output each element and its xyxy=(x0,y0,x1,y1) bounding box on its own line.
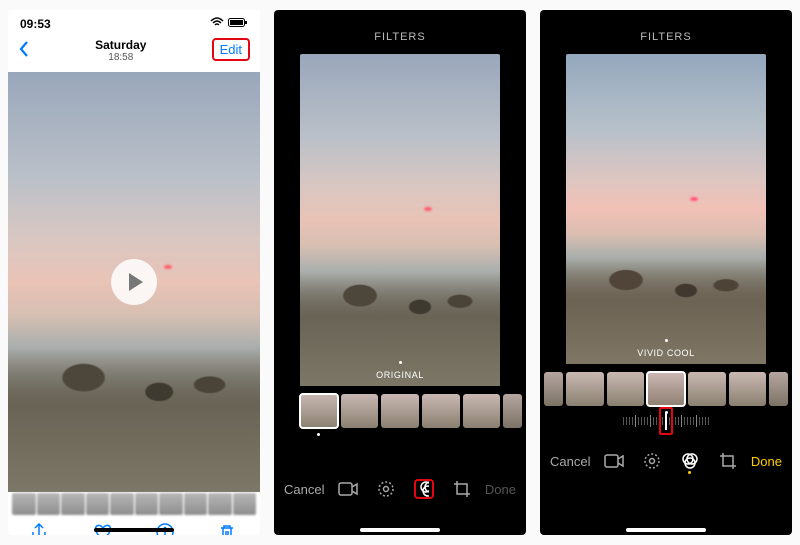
done-button[interactable]: Done xyxy=(485,482,516,497)
cancel-button[interactable]: Cancel xyxy=(284,482,324,497)
filter-thumb[interactable] xyxy=(422,394,460,428)
slider-knob[interactable] xyxy=(665,412,667,430)
home-indicator[interactable] xyxy=(94,528,174,532)
filter-thumb-vivid-cool[interactable] xyxy=(647,372,685,406)
filter-thumb[interactable] xyxy=(341,394,379,428)
filters-icon[interactable] xyxy=(680,451,700,471)
thumbnail-strip[interactable] xyxy=(8,492,260,516)
video-icon[interactable] xyxy=(604,451,624,471)
home-indicator[interactable] xyxy=(626,528,706,532)
filter-thumbnails[interactable] xyxy=(540,364,792,408)
crop-icon[interactable] xyxy=(718,451,738,471)
intensity-slider[interactable] xyxy=(540,408,792,434)
editor-photo-area[interactable]: VIVID COOL xyxy=(566,54,766,364)
adjust-icon[interactable] xyxy=(642,451,662,471)
share-icon[interactable] xyxy=(30,523,50,535)
cancel-button[interactable]: Cancel xyxy=(550,454,590,469)
wifi-icon xyxy=(210,17,224,31)
editor-original-screen: FILTERS ORIGINAL Cancel xyxy=(274,10,526,535)
status-time: 09:53 xyxy=(20,17,51,31)
photos-viewer-screen: 09:53 Saturday 18:58 Edit CINEMATIC xyxy=(8,10,260,535)
bottom-toolbar xyxy=(8,516,260,535)
filter-thumb[interactable] xyxy=(607,372,645,406)
filter-thumb[interactable] xyxy=(688,372,726,406)
nav-title-day: Saturday xyxy=(30,38,212,52)
back-button[interactable] xyxy=(18,38,30,64)
play-button[interactable] xyxy=(111,259,157,305)
editor-header: FILTERS xyxy=(274,10,526,54)
editor-header: FILTERS xyxy=(540,10,792,54)
current-filter-label: ORIGINAL xyxy=(300,370,500,380)
nav-bar: Saturday 18:58 Edit xyxy=(8,38,260,72)
editor-preview xyxy=(300,54,500,386)
filter-thumb-original[interactable] xyxy=(300,394,338,428)
crop-icon[interactable] xyxy=(452,479,472,499)
done-button[interactable]: Done xyxy=(751,454,782,469)
filter-thumb[interactable] xyxy=(566,372,604,406)
nav-title-time: 18:58 xyxy=(30,52,212,63)
filter-thumb[interactable] xyxy=(463,394,501,428)
filters-icon[interactable] xyxy=(414,479,434,499)
editor-toolbar: Cancel Done xyxy=(274,468,526,510)
home-indicator[interactable] xyxy=(360,528,440,532)
filter-thumb[interactable] xyxy=(769,372,788,406)
photo-area[interactable] xyxy=(8,72,260,492)
filter-thumb[interactable] xyxy=(503,394,522,428)
editor-photo-area[interactable]: ORIGINAL xyxy=(300,54,500,386)
filter-thumb[interactable] xyxy=(729,372,767,406)
edit-button[interactable]: Edit xyxy=(212,38,250,61)
battery-icon xyxy=(228,17,248,31)
trash-icon[interactable] xyxy=(219,523,239,535)
nav-title: Saturday 18:58 xyxy=(30,38,212,63)
editor-toolbar: Cancel Done xyxy=(540,440,792,482)
video-icon[interactable] xyxy=(338,479,358,499)
filter-thumb[interactable] xyxy=(381,394,419,428)
editor-preview xyxy=(566,54,766,364)
filter-thumb[interactable] xyxy=(544,372,563,406)
current-filter-label: VIVID COOL xyxy=(566,348,766,358)
editor-vividcool-screen: FILTERS VIVID COOL Cancel xyxy=(540,10,792,535)
status-bar: 09:53 xyxy=(8,10,260,38)
filter-thumbnails[interactable] xyxy=(274,386,526,430)
adjust-icon[interactable] xyxy=(376,479,396,499)
